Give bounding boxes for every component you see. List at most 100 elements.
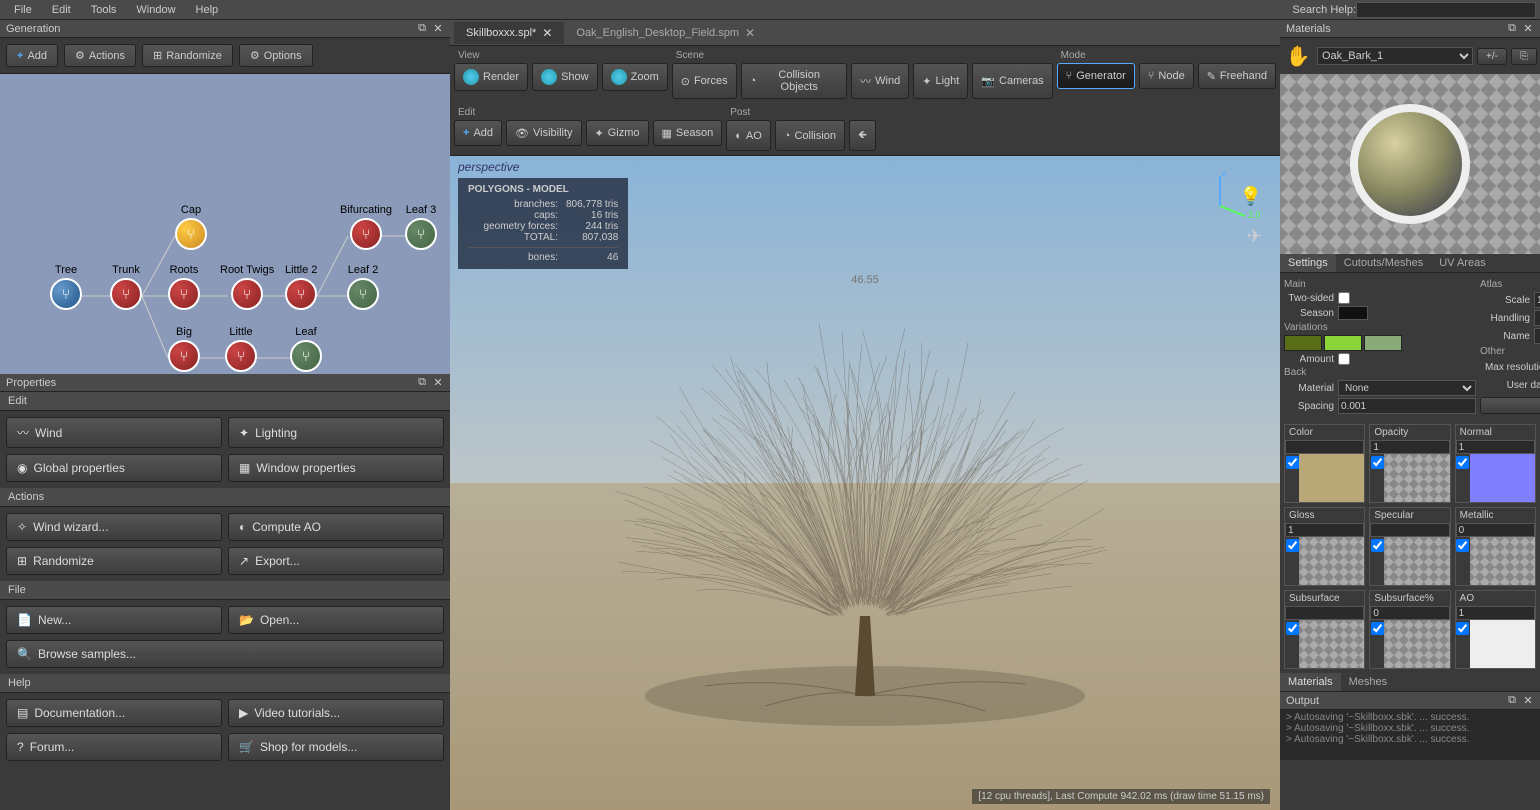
- duplicate-material-button[interactable]: ⎘: [1511, 48, 1537, 65]
- wind-button[interactable]: 〰Wind: [851, 63, 909, 99]
- node-little[interactable]: Little⑂: [225, 326, 257, 372]
- map-enable-checkbox[interactable]: [1286, 622, 1299, 635]
- shop-button[interactable]: 🛒Shop for models...: [228, 733, 444, 761]
- browse-samples-button[interactable]: 🔍Browse samples...: [6, 640, 444, 668]
- node-leaf[interactable]: Leaf⑂: [290, 326, 322, 372]
- camera-gizmo-icon[interactable]: ✈: [1247, 226, 1262, 247]
- close-icon[interactable]: ✕: [1522, 23, 1534, 35]
- map-enable-checkbox[interactable]: [1286, 456, 1299, 469]
- viewport[interactable]: perspective POLYGONS - MODEL branches:80…: [450, 156, 1280, 810]
- menu-help[interactable]: Help: [186, 2, 229, 18]
- tab-file-1[interactable]: Skillboxxx.spl*✕: [454, 22, 564, 44]
- map-enable-checkbox[interactable]: [1371, 456, 1384, 469]
- map-value[interactable]: 1: [1456, 606, 1535, 620]
- freehand-mode-button[interactable]: ✎Freehand: [1198, 63, 1276, 89]
- node-tree[interactable]: Tree⑂: [50, 264, 82, 310]
- tutorials-button[interactable]: ▶Video tutorials...: [228, 699, 444, 727]
- node-big[interactable]: Big⑂: [168, 326, 200, 372]
- map-value[interactable]: 0: [1456, 523, 1535, 537]
- undock-icon[interactable]: ⧉: [1506, 695, 1518, 707]
- season-swatch[interactable]: [1338, 306, 1368, 320]
- generator-mode-button[interactable]: ⑂Generator: [1057, 63, 1135, 89]
- undock-icon[interactable]: ⧉: [416, 377, 428, 389]
- close-icon[interactable]: ✕: [745, 26, 755, 40]
- map-enable-checkbox[interactable]: [1371, 622, 1384, 635]
- actions-button[interactable]: ⚙Actions: [64, 44, 136, 67]
- lighting-button[interactable]: ✦Lighting: [228, 417, 444, 448]
- forces-button[interactable]: ⊙Forces: [672, 63, 737, 99]
- map-slot-subsurface[interactable]: Subsurface%0: [1369, 590, 1450, 669]
- map-enable-checkbox[interactable]: [1456, 622, 1469, 635]
- open-button[interactable]: 📂Open...: [228, 606, 444, 634]
- render-button[interactable]: Render: [454, 63, 528, 91]
- menu-tools[interactable]: Tools: [81, 2, 127, 18]
- add-material-button[interactable]: +/-: [1477, 48, 1507, 65]
- back-button[interactable]: 🡸: [849, 120, 876, 151]
- close-icon[interactable]: ✕: [432, 23, 444, 35]
- map-value[interactable]: 1: [1285, 523, 1364, 537]
- twosided-checkbox[interactable]: [1338, 292, 1350, 304]
- node-graph[interactable]: Tree⑂Trunk⑂Cap⑂Roots⑂Root Twigs⑂Little 2…: [0, 74, 450, 374]
- variation-swatch-2[interactable]: [1364, 335, 1402, 351]
- collision-button[interactable]: ◔Collision: [775, 120, 845, 151]
- map-slot-color[interactable]: Color: [1284, 424, 1365, 503]
- cameras-button[interactable]: 📷Cameras: [972, 63, 1052, 99]
- tab-uvareas[interactable]: UV Areas: [1431, 254, 1493, 272]
- wind-wizard-button[interactable]: ✧Wind wizard...: [6, 513, 222, 541]
- map-value[interactable]: [1285, 606, 1364, 620]
- menu-file[interactable]: File: [4, 2, 42, 18]
- tab-file-2[interactable]: Oak_English_Desktop_Field.spm✕: [564, 22, 767, 44]
- zoom-button[interactable]: Zoom: [602, 63, 668, 91]
- tab-materials[interactable]: Materials: [1280, 673, 1341, 691]
- gizmo-button[interactable]: ✦Gizmo: [586, 120, 649, 146]
- randomize-button[interactable]: ⊞Randomize: [142, 44, 233, 67]
- make-new-set-button[interactable]: Make New Set...: [1480, 397, 1540, 414]
- light-button[interactable]: ✦Light: [913, 63, 968, 99]
- show-button[interactable]: Show: [532, 63, 598, 91]
- map-enable-checkbox[interactable]: [1456, 539, 1469, 552]
- new-button[interactable]: 📄New...: [6, 606, 222, 634]
- map-enable-checkbox[interactable]: [1286, 539, 1299, 552]
- randomize-button[interactable]: ⊞Randomize: [6, 547, 222, 575]
- node-cap[interactable]: Cap⑂: [175, 204, 207, 250]
- map-slot-normal[interactable]: Normal1: [1455, 424, 1536, 503]
- amount-checkbox[interactable]: [1338, 353, 1350, 365]
- material-select[interactable]: Oak_Bark_1: [1317, 47, 1473, 65]
- tab-settings[interactable]: Settings: [1280, 254, 1336, 272]
- menu-window[interactable]: Window: [126, 2, 185, 18]
- menu-edit[interactable]: Edit: [42, 2, 81, 18]
- node-leaf3[interactable]: Leaf 3⑂: [405, 204, 437, 250]
- tab-meshes[interactable]: Meshes: [1341, 673, 1396, 691]
- map-slot-specular[interactable]: Specular: [1369, 507, 1450, 586]
- search-help-input[interactable]: [1356, 2, 1536, 18]
- back-spacing-input[interactable]: [1338, 398, 1476, 414]
- map-enable-checkbox[interactable]: [1371, 539, 1384, 552]
- visibility-button[interactable]: 👁Visibility: [506, 120, 582, 146]
- node-roottwigs[interactable]: Root Twigs⑂: [220, 264, 274, 310]
- node-mode-button[interactable]: ⑂Node: [1139, 63, 1194, 89]
- map-slot-gloss[interactable]: Gloss1: [1284, 507, 1365, 586]
- handling-select[interactable]: Default: [1534, 310, 1540, 326]
- compute-ao-button[interactable]: ◐Compute AO: [228, 513, 444, 541]
- node-leaf2[interactable]: Leaf 2⑂: [347, 264, 379, 310]
- map-value[interactable]: 1: [1456, 440, 1535, 454]
- material-preview[interactable]: [1280, 74, 1540, 254]
- light-gizmo-icon[interactable]: 💡: [1240, 186, 1262, 207]
- grab-icon[interactable]: ✋: [1283, 41, 1313, 71]
- close-icon[interactable]: ✕: [432, 377, 444, 389]
- variation-swatch-0[interactable]: [1284, 335, 1322, 351]
- back-material-select[interactable]: None: [1338, 380, 1476, 396]
- global-props-button[interactable]: ◉Global properties: [6, 454, 222, 482]
- season-button[interactable]: ▦Season: [653, 120, 723, 146]
- map-value[interactable]: [1285, 440, 1364, 454]
- name-input[interactable]: [1534, 328, 1540, 344]
- forum-button[interactable]: ?Forum...: [6, 733, 222, 761]
- close-icon[interactable]: ✕: [542, 26, 552, 40]
- node-bifurcating[interactable]: Bifurcating⑂: [340, 204, 392, 250]
- documentation-button[interactable]: ▤Documentation...: [6, 699, 222, 727]
- map-value[interactable]: [1370, 523, 1449, 537]
- map-slot-subsurface[interactable]: Subsurface: [1284, 590, 1365, 669]
- node-roots[interactable]: Roots⑂: [168, 264, 200, 310]
- add-button[interactable]: +Add: [6, 44, 58, 67]
- close-icon[interactable]: ✕: [1522, 695, 1534, 707]
